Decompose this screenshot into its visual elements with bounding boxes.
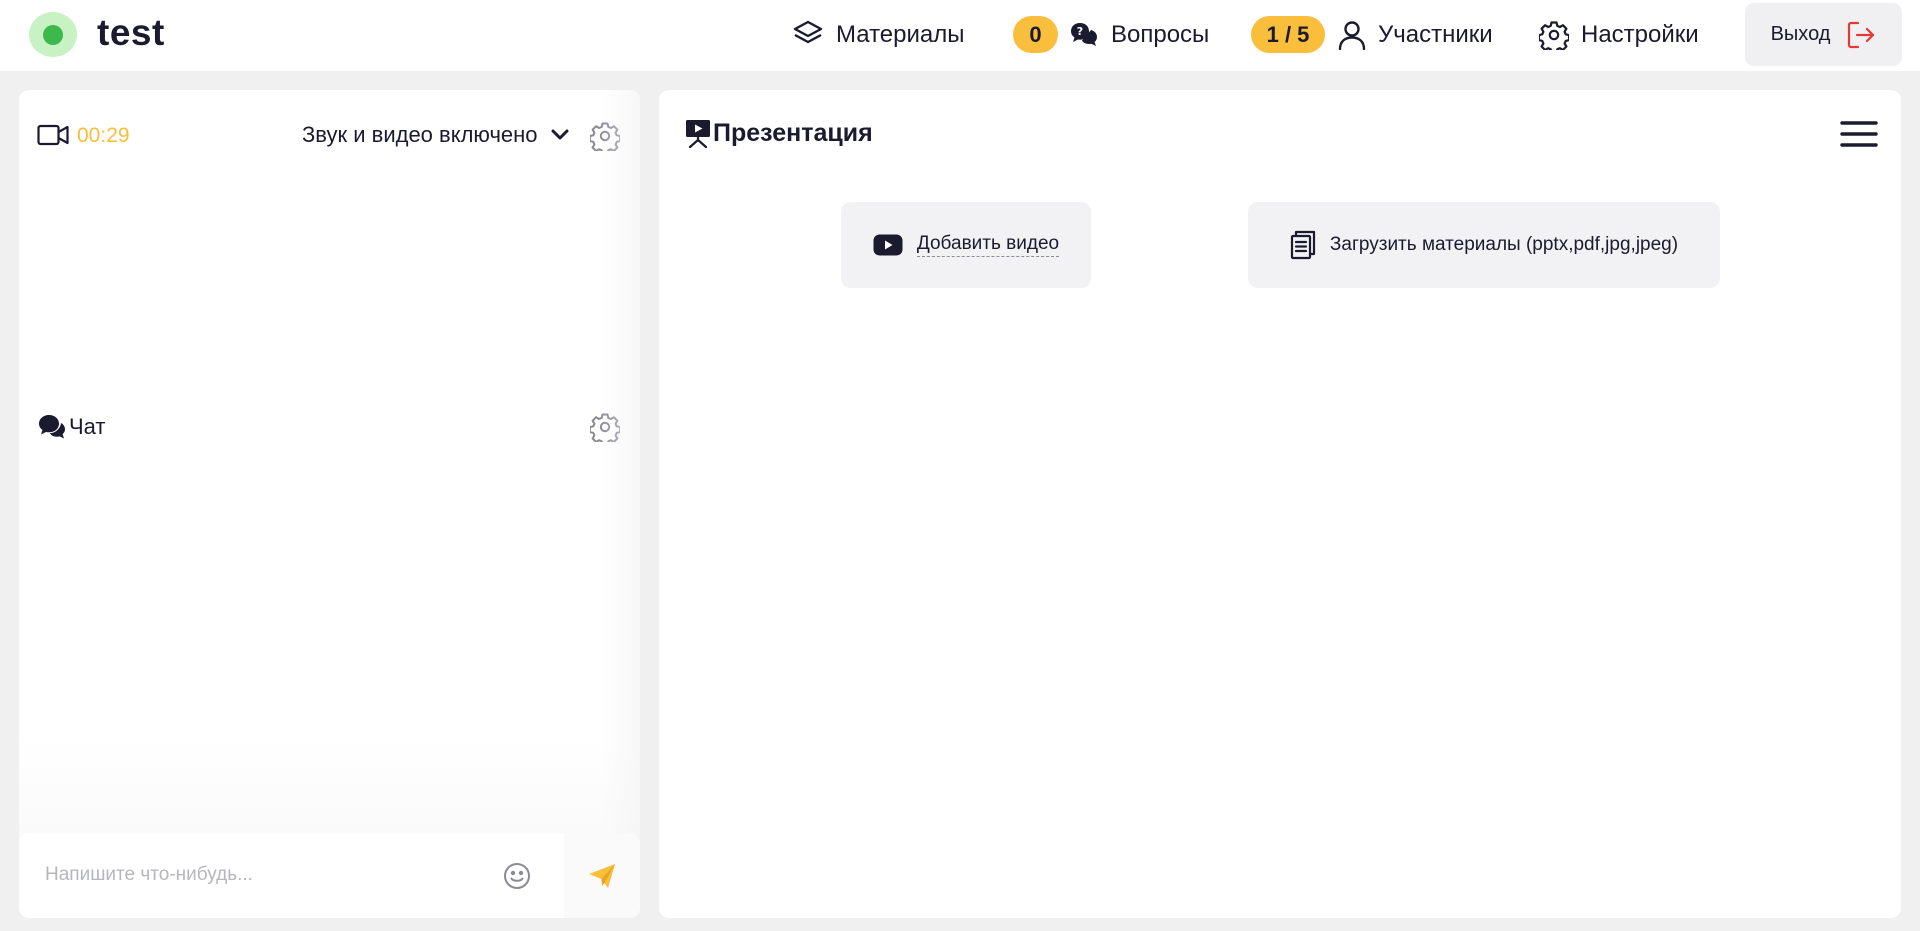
svg-text:?: ? xyxy=(1077,25,1083,38)
add-video-button[interactable]: Добавить видео xyxy=(841,202,1091,288)
chat-title: Чат xyxy=(69,414,106,439)
av-status-label: Звук и видео включено xyxy=(302,122,538,147)
user-icon xyxy=(1338,21,1366,50)
video-settings-gear-icon[interactable] xyxy=(590,121,620,151)
documents-icon xyxy=(1290,230,1316,260)
call-timer: 00:29 xyxy=(77,124,130,147)
upload-materials-button[interactable]: Загрузить материалы (pptx,pdf,jpg,jpeg) xyxy=(1248,202,1720,288)
logout-button[interactable]: Выход xyxy=(1745,3,1902,66)
chat-message-input[interactable] xyxy=(45,859,485,891)
questions-count-badge: 0 xyxy=(1013,16,1058,53)
participants-count-badge: 1 / 5 xyxy=(1251,16,1325,53)
logout-label: Выход xyxy=(1770,23,1831,45)
chat-composer xyxy=(19,833,640,918)
av-status-dropdown[interactable]: Звук и видео включено xyxy=(302,122,570,148)
nav-questions-label: Вопросы xyxy=(1111,21,1210,48)
upload-materials-label: Загрузить материалы (pptx,pdf,jpg,jpeg) xyxy=(1329,234,1679,255)
video-status-bar: 00:29 Звук и видео включено xyxy=(19,90,640,182)
top-bar: test Материалы 0 ? Вопросы 1 / 5 Участни… xyxy=(0,0,1920,71)
youtube-icon xyxy=(873,234,903,256)
question-bubble-icon: ? xyxy=(1071,23,1097,46)
nav-participants[interactable]: Участники xyxy=(1338,14,1493,56)
logout-icon xyxy=(1848,21,1875,48)
emoji-icon[interactable] xyxy=(503,862,531,890)
nav-questions[interactable]: ? Вопросы xyxy=(1069,14,1209,56)
add-video-label: Добавить видео xyxy=(916,233,1060,257)
chat-bubbles-icon xyxy=(39,415,65,439)
layers-icon xyxy=(793,20,823,44)
nav-materials[interactable]: Материалы xyxy=(792,14,965,56)
presentation-panel: Презентация Добавить видео Загрузить мат… xyxy=(659,90,1901,918)
presentation-title: Презентация xyxy=(713,118,873,147)
chat-header: Чат xyxy=(37,412,106,442)
hamburger-menu-icon[interactable] xyxy=(1840,120,1878,148)
nav-materials-label: Материалы xyxy=(836,21,965,48)
send-button[interactable] xyxy=(564,833,640,918)
online-dot xyxy=(43,24,63,45)
room-title: test xyxy=(97,12,165,53)
chevron-down-icon xyxy=(551,129,569,140)
chat-settings-gear-icon[interactable] xyxy=(590,412,620,442)
nav-settings-label: Настройки xyxy=(1581,21,1699,48)
presentation-header: Презентация xyxy=(685,118,873,148)
presentation-icon xyxy=(686,120,710,148)
gear-icon xyxy=(1539,21,1569,50)
send-icon xyxy=(589,863,615,888)
video-camera-icon xyxy=(37,124,69,146)
nav-participants-label: Участники xyxy=(1378,21,1493,48)
video-chat-panel: 00:29 Звук и видео включено Чат xyxy=(19,90,640,918)
nav-settings[interactable]: Настройки xyxy=(1539,14,1699,56)
online-status-indicator xyxy=(29,12,77,57)
